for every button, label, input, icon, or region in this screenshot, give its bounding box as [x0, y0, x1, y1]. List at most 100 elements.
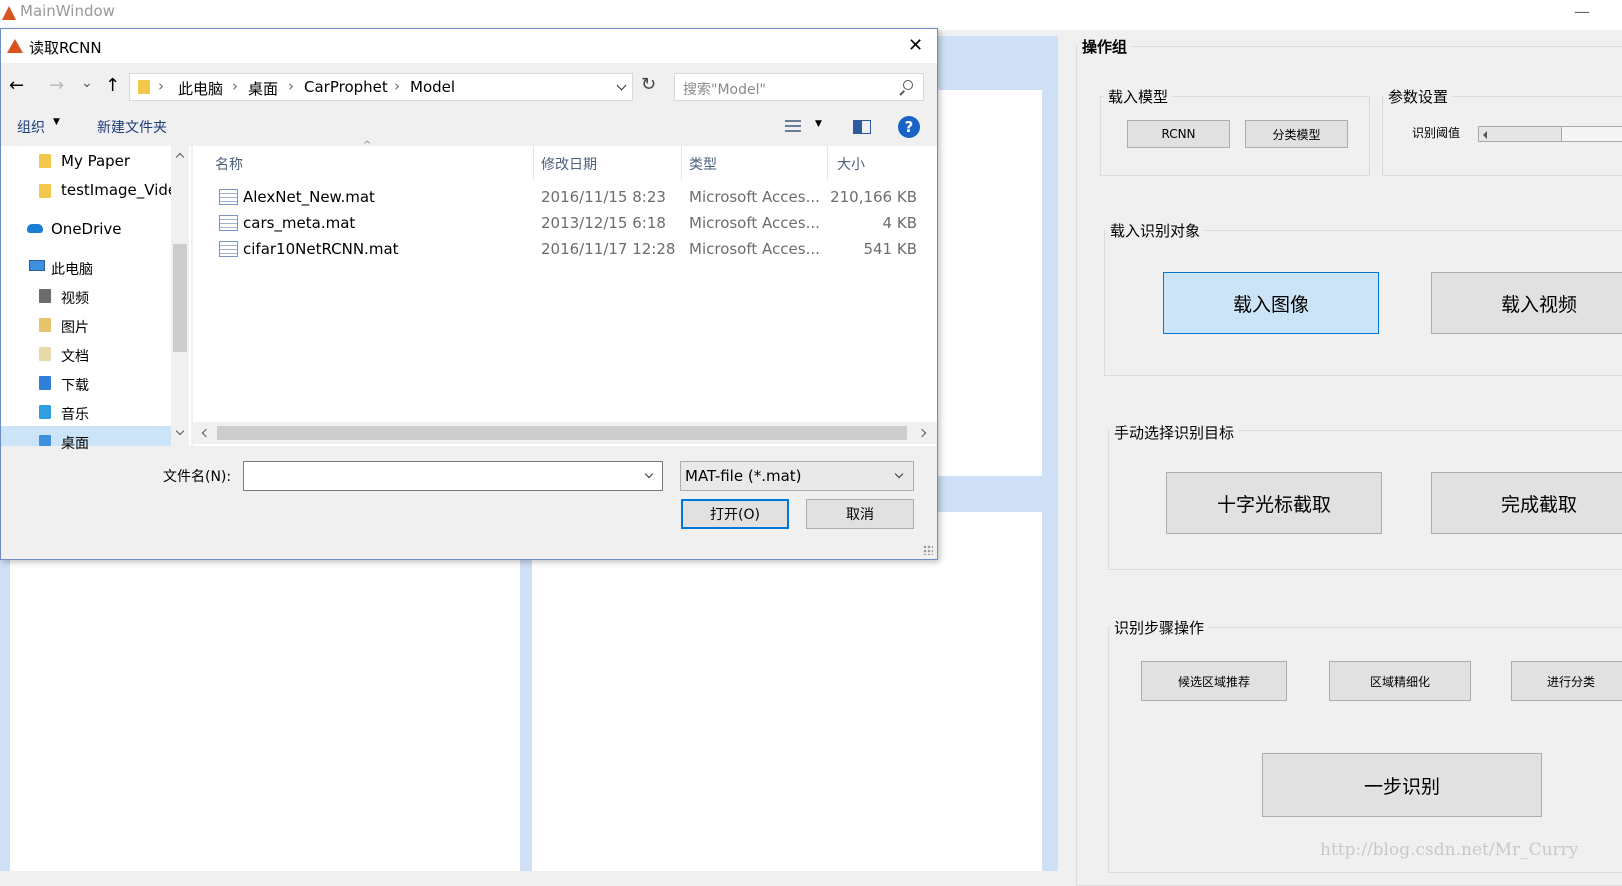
threshold-slider[interactable]: [1478, 126, 1622, 142]
main-window-titlebar: MainWindow —: [0, 0, 1622, 30]
breadcrumb-model[interactable]: Model: [410, 78, 455, 96]
matlab-logo-icon: [2, 6, 16, 20]
nav-item-desktop[interactable]: 桌面: [61, 433, 89, 453]
chevron-down-icon[interactable]: [894, 469, 904, 479]
organize-dropdown-icon[interactable]: ▼: [53, 117, 60, 127]
image-axes-bottom-left: [10, 560, 520, 871]
new-folder-button[interactable]: 新建文件夹: [97, 117, 167, 137]
filename-label: 文件名(N):: [163, 469, 232, 485]
candidate-region-button[interactable]: 候选区域推荐: [1141, 661, 1287, 701]
threshold-label: 识别阈值: [1412, 126, 1461, 140]
preview-pane-icon[interactable]: [853, 120, 871, 134]
view-dropdown-icon[interactable]: ▼: [815, 119, 822, 129]
chevron-down-icon[interactable]: [616, 80, 627, 91]
forward-arrow-icon[interactable]: →: [49, 75, 64, 96]
horizontal-scroll-thumb[interactable]: [217, 426, 907, 440]
refine-region-button[interactable]: 区域精细化: [1329, 661, 1471, 701]
refresh-icon[interactable]: ↻: [641, 74, 656, 95]
column-divider[interactable]: [533, 146, 534, 180]
search-icon[interactable]: [903, 80, 913, 90]
filename-input[interactable]: [243, 461, 663, 491]
mat-file-icon: [219, 215, 238, 231]
scroll-left-icon[interactable]: [201, 428, 211, 438]
help-icon[interactable]: ?: [898, 116, 920, 138]
column-divider[interactable]: [827, 146, 828, 180]
music-folder-icon: [39, 405, 51, 419]
chevron-down-icon[interactable]: [644, 469, 654, 479]
nav-item-desktop-selected[interactable]: 桌面: [1, 426, 171, 452]
finish-crop-button[interactable]: 完成截取: [1431, 472, 1622, 534]
mat-file-icon: [219, 189, 238, 205]
image-axes-bottom-right: [532, 512, 1042, 871]
view-options-icon[interactable]: [785, 120, 801, 134]
column-header-type[interactable]: 类型: [689, 154, 717, 174]
scroll-right-icon[interactable]: [917, 428, 927, 438]
table-row[interactable]: AlexNet_New.mat 2016/11/15 8:23 Microsof…: [193, 184, 937, 210]
load-model-title: 载入模型: [1104, 86, 1173, 107]
table-row[interactable]: cifar10NetRCNN.mat 2016/11/17 12:28 Micr…: [193, 236, 937, 262]
scroll-down-icon[interactable]: [175, 426, 185, 436]
column-header-date[interactable]: 修改日期: [541, 154, 597, 174]
nav-item-pictures[interactable]: 图片: [61, 317, 89, 337]
scroll-up-icon[interactable]: [175, 152, 185, 162]
column-header-size[interactable]: 大小: [837, 154, 865, 174]
nav-item-music[interactable]: 音乐: [61, 404, 89, 424]
file-date: 2016/11/17 12:28: [541, 240, 676, 258]
file-type: Microsoft Acces...: [689, 214, 820, 232]
nav-scrollbar[interactable]: [171, 146, 189, 446]
column-header-name[interactable]: 名称: [215, 154, 243, 174]
folder-icon: [39, 184, 51, 198]
crosshair-crop-button[interactable]: 十字光标截取: [1166, 472, 1382, 534]
folder-icon: [39, 154, 51, 168]
image-axes-top: [938, 90, 1042, 476]
matlab-logo-icon: [7, 39, 23, 53]
document-folder-icon: [39, 347, 51, 361]
search-placeholder: 搜索"Model": [683, 82, 766, 98]
classify-model-button[interactable]: 分类模型: [1245, 120, 1348, 148]
file-name: cars_meta.mat: [243, 214, 356, 232]
back-arrow-icon[interactable]: ←: [9, 75, 24, 96]
slider-left-arrow-icon[interactable]: [1483, 131, 1487, 139]
breadcrumb-separator: ›: [232, 77, 238, 95]
minimize-button[interactable]: —: [1574, 2, 1590, 21]
resize-grip-icon[interactable]: [923, 545, 933, 555]
breadcrumb-carprophet[interactable]: CarProphet: [304, 78, 388, 96]
download-folder-icon: [39, 376, 51, 390]
one-step-recognize-button[interactable]: 一步识别: [1262, 753, 1542, 817]
table-row[interactable]: cars_meta.mat 2013/12/15 6:18 Microsoft …: [193, 210, 937, 236]
nav-item-downloads[interactable]: 下载: [61, 375, 89, 395]
rcnn-button[interactable]: RCNN: [1127, 120, 1230, 148]
horizontal-scrollbar[interactable]: [193, 422, 937, 444]
dialog-title: 读取RCNN: [29, 39, 102, 57]
nav-item-videos[interactable]: 视频: [61, 288, 89, 308]
watermark: http://blog.csdn.net/Mr_Curry: [1320, 840, 1579, 860]
up-arrow-icon[interactable]: ↑: [105, 75, 120, 96]
close-icon[interactable]: ✕: [908, 35, 923, 56]
computer-icon: [29, 260, 45, 271]
classify-button[interactable]: 进行分类: [1511, 661, 1622, 701]
cancel-button[interactable]: 取消: [806, 499, 914, 529]
nav-item-onedrive[interactable]: OneDrive: [51, 220, 122, 238]
open-button[interactable]: 打开(O): [681, 499, 789, 529]
file-size: 210,166 KB: [830, 188, 917, 206]
scroll-thumb[interactable]: [173, 244, 187, 352]
load-image-button[interactable]: 载入图像: [1163, 272, 1379, 334]
nav-item-my-paper[interactable]: My Paper: [61, 152, 130, 170]
operation-group-title: 操作组: [1078, 36, 1132, 57]
nav-item-documents[interactable]: 文档: [61, 346, 89, 366]
filetype-select[interactable]: MAT-file (*.mat): [680, 461, 914, 491]
load-video-button[interactable]: 载入视频: [1431, 272, 1622, 334]
nav-item-this-pc[interactable]: 此电脑: [51, 259, 93, 279]
breadcrumb-separator: ›: [394, 77, 400, 95]
slider-thumb[interactable]: [1561, 127, 1622, 141]
recent-locations-icon[interactable]: ⌄: [81, 75, 93, 91]
breadcrumb-desktop[interactable]: 桌面: [248, 78, 278, 99]
address-bar[interactable]: › 此电脑 › 桌面 › CarProphet › Model: [129, 73, 633, 101]
column-divider[interactable]: [681, 146, 682, 180]
breadcrumb-this-pc[interactable]: 此电脑: [178, 78, 223, 99]
organize-menu[interactable]: 组织: [17, 117, 45, 137]
search-input[interactable]: 搜索"Model": [674, 73, 924, 101]
search-icon-handle: [899, 90, 905, 96]
nav-item-testimage[interactable]: testImage_Vide: [61, 181, 177, 199]
manual-title: 手动选择识别目标: [1110, 422, 1239, 443]
